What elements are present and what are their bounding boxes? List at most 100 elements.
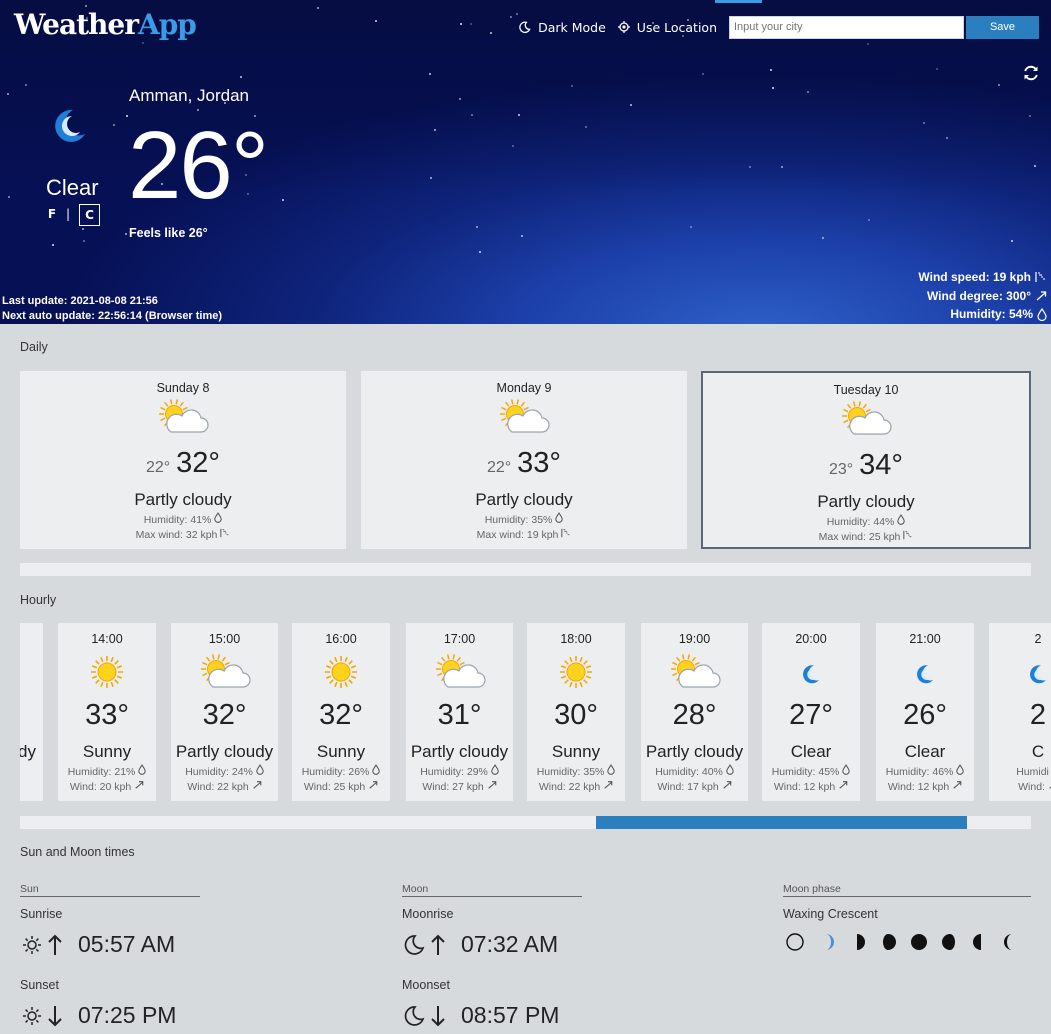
- hourly-icon: [916, 664, 934, 689]
- hourly-wind-text: Wind: 25 kph: [303, 781, 366, 793]
- star: [375, 20, 377, 22]
- sun-outline-icon: [23, 935, 41, 954]
- star: [512, 145, 514, 147]
- sunset-label: Sunset: [20, 978, 59, 992]
- hourly-scrollbar-thumb[interactable]: [596, 816, 967, 829]
- star: [25, 84, 27, 86]
- city-input[interactable]: [729, 15, 964, 39]
- daily-humidity-text: Humidity: 44%: [826, 516, 895, 528]
- daily-card[interactable]: Monday 9 22° 33° Partly cloudy Humidity: …: [361, 371, 687, 549]
- unit-fahrenheit-toggle[interactable]: F: [45, 207, 59, 221]
- star: [1034, 165, 1036, 167]
- daily-high: 34°: [859, 449, 904, 481]
- hourly-time: 19:00: [678, 632, 711, 646]
- droplet-icon: [372, 764, 381, 775]
- clear-night-moon-icon: [917, 665, 933, 684]
- partly-cloudy-icon: [159, 399, 209, 433]
- star: [434, 129, 436, 131]
- hourly-wind: Wind: 17 kph: [641, 780, 748, 793]
- hourly-card[interactable]: 2 2 C Humidi Wind:: [989, 623, 1051, 801]
- hourly-time: 14:00: [91, 632, 123, 646]
- hourly-card[interactable]: 14:00 33° Sunny Humidity: 21% Wind: 20 k…: [58, 623, 156, 801]
- wind-degree: Wind degree: 300°: [927, 289, 1047, 303]
- hourly-wind-text: Wind: 12 kph: [887, 781, 950, 793]
- star: [585, 126, 587, 128]
- clear-night-moon-icon: [55, 109, 85, 142]
- hourly-wind: Wind: 27 kph: [406, 780, 513, 793]
- dark-mode-toggle[interactable]: Dark Mode: [518, 20, 606, 35]
- humidity: Humidity: 54%: [950, 307, 1047, 321]
- hourly-card[interactable]: 15:00 32° Partly cloudy Humidity: 24% Wi…: [171, 623, 278, 801]
- hourly-card[interactable]: 21:00 26° Clear Humidity: 46% Wind: 12 k…: [876, 623, 974, 801]
- star: [282, 199, 284, 201]
- star: [770, 69, 772, 71]
- hourly-card[interactable]: 16:00 32° Sunny Humidity: 26% Wind: 25 k…: [292, 623, 390, 801]
- app-logo: WeatherApp: [14, 8, 197, 41]
- hourly-card[interactable]: dy: [20, 623, 43, 801]
- use-location-button[interactable]: Use Location: [617, 20, 717, 35]
- sun-outline-icon: [23, 1006, 41, 1025]
- daily-scrollbar[interactable]: [20, 563, 1031, 576]
- sunrise-time: 05:57 AM: [22, 931, 175, 958]
- hourly-card[interactable]: 18:00 30° Sunny Humidity: 35% Wind: 22 k…: [527, 623, 625, 801]
- hourly-card[interactable]: 19:00 28° Partly cloudy Humidity: 40% Wi…: [641, 623, 748, 801]
- unit-celsius-toggle[interactable]: C: [79, 204, 100, 226]
- daily-max-wind: Max wind: 32 kph: [20, 528, 346, 541]
- daily-temps: 22° 32°: [20, 447, 346, 480]
- hourly-description: Sunny: [82, 742, 132, 761]
- moonset-label: Moonset: [402, 978, 450, 992]
- sun-moon-section-title: Sun and Moon times: [20, 845, 135, 859]
- refresh-icon[interactable]: [1022, 64, 1040, 82]
- daily-max-wind: Max wind: 19 kph: [361, 528, 687, 541]
- daily-wind-text: Max wind: 19 kph: [476, 529, 559, 541]
- moonrise-time: 07:32 AM: [403, 931, 558, 958]
- daily-humidity: Humidity: 41%: [20, 512, 346, 526]
- star: [772, 87, 774, 89]
- hourly-humidity-text: Humidity: 45%: [771, 766, 840, 778]
- hourly-temp: 26°: [903, 699, 947, 731]
- star: [518, 114, 520, 116]
- daily-temps: 22° 33°: [361, 447, 687, 480]
- star: [946, 137, 948, 139]
- droplet-icon: [491, 764, 499, 775]
- daily-section-title: Daily: [20, 340, 48, 354]
- hourly-humidity-text: Humidity: 24%: [185, 766, 253, 778]
- moonset-value: 08:57 PM: [461, 1002, 560, 1028]
- hourly-card[interactable]: 17:00 31° Partly cloudy Humidity: 29% Wi…: [406, 623, 513, 801]
- hourly-description: Clear: [790, 742, 832, 761]
- daily-humidity-text: Humidity: 35%: [484, 514, 553, 526]
- clear-night-moon-icon: [803, 665, 819, 684]
- star: [429, 73, 431, 75]
- star: [690, 226, 692, 228]
- sunset-value: 07:25 PM: [78, 1002, 177, 1028]
- hourly-time: 20:00: [795, 632, 827, 646]
- hourly-icon: [802, 664, 820, 689]
- daily-card[interactable]: Sunday 8 22° 32° Partly cloudy Humidity: …: [20, 371, 346, 549]
- star: [470, 23, 472, 25]
- arrow-up-icon: [431, 934, 445, 955]
- hourly-humidity: Humidity: 29%: [406, 764, 513, 778]
- star: [571, 85, 573, 87]
- hourly-wind-text: Wind:: [1018, 781, 1045, 793]
- new-moon-icon: [786, 933, 804, 955]
- hourly-description: Partly cloudy: [410, 742, 509, 761]
- location-name: Amman, Jordan: [129, 86, 249, 105]
- star: [8, 196, 10, 198]
- star: [82, 228, 84, 230]
- location-target-icon: [617, 21, 630, 33]
- hourly-icon: [323, 654, 359, 695]
- daily-card[interactable]: Tuesday 10 23° 34° Partly cloudy Humidity…: [701, 371, 1031, 549]
- daily-humidity: Humidity: 44%: [703, 514, 1029, 528]
- save-button[interactable]: Save: [966, 15, 1039, 39]
- hourly-wind-text: Wind: 20 kph: [69, 781, 132, 793]
- hourly-humidity-text: Humidity: 29%: [420, 766, 488, 778]
- hourly-scrollbar[interactable]: [20, 816, 1031, 829]
- hourly-humidity-text: Humidity: 40%: [655, 766, 723, 778]
- partly-cloudy-icon: [200, 654, 251, 688]
- sunrise-value: 05:57 AM: [78, 931, 176, 957]
- daily-low: 22°: [486, 459, 512, 476]
- hourly-card[interactable]: 20:00 27° Clear Humidity: 45% Wind: 12 k…: [762, 623, 860, 801]
- hourly-humidity-text: Humidity: 46%: [885, 766, 954, 778]
- droplet-icon: [842, 764, 851, 775]
- moon-phase-name: Waxing Crescent: [783, 907, 878, 921]
